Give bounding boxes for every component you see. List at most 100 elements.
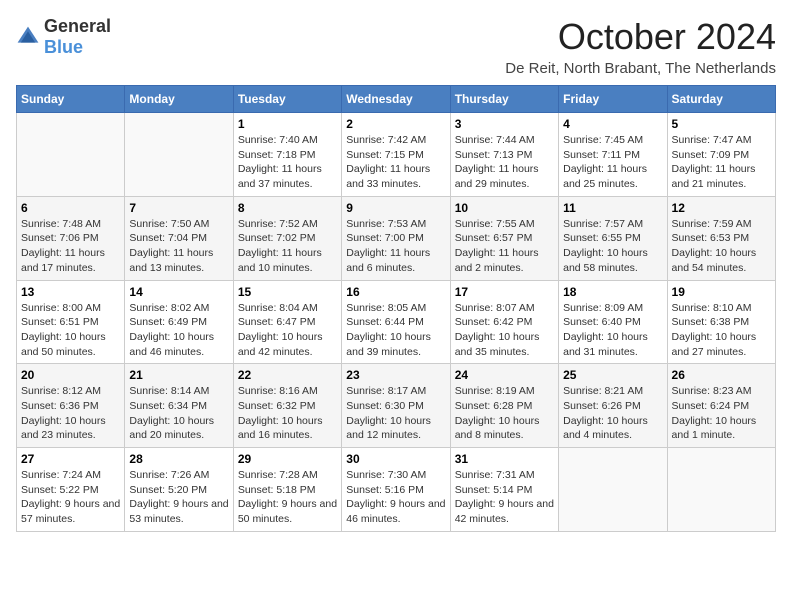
day-number: 21 xyxy=(129,368,228,382)
day-number: 14 xyxy=(129,285,228,299)
day-detail: Sunrise: 7:48 AM Sunset: 7:06 PM Dayligh… xyxy=(21,217,120,276)
day-number: 22 xyxy=(238,368,337,382)
logo-general-text: General xyxy=(44,16,111,36)
calendar-week-row: 6Sunrise: 7:48 AM Sunset: 7:06 PM Daylig… xyxy=(17,196,776,280)
calendar-cell: 20 Sunrise: 8:12 AM Sunset: 6:36 PM Dayli… xyxy=(17,364,125,448)
day-number: 28 xyxy=(129,452,228,466)
calendar-cell: 22 Sunrise: 8:16 AM Sunset: 6:32 PM Dayli… xyxy=(233,364,341,448)
day-number: 5 xyxy=(672,117,771,131)
calendar-cell: 8 Sunrise: 7:52 AM Sunset: 7:02 PM Daylig… xyxy=(233,196,341,280)
calendar-cell: 14 Sunrise: 8:02 AM Sunset: 6:49 PM Dayli… xyxy=(125,280,233,364)
calendar-cell: 4 Sunrise: 7:45 AM Sunset: 7:11 PM Daylig… xyxy=(559,113,667,197)
day-number: 8 xyxy=(238,201,337,215)
day-number: 30 xyxy=(346,452,445,466)
day-detail: Sunrise: 7:45 AM Sunset: 7:11 PM Dayligh… xyxy=(563,133,662,192)
day-detail: Sunrise: 8:09 AM Sunset: 6:40 PM Dayligh… xyxy=(563,301,662,360)
calendar-cell: 29Sunrise: 7:28 AM Sunset: 5:18 PM Dayli… xyxy=(233,448,341,532)
day-number: 25 xyxy=(563,368,662,382)
day-number: 1 xyxy=(238,117,337,131)
day-number: 27 xyxy=(21,452,120,466)
calendar-cell xyxy=(559,448,667,532)
calendar-week-row: 20 Sunrise: 8:12 AM Sunset: 6:36 PM Dayli… xyxy=(17,364,776,448)
day-detail: Sunrise: 7:55 AM Sunset: 6:57 PM Dayligh… xyxy=(455,217,554,276)
day-number: 12 xyxy=(672,201,771,215)
weekday-header-saturday: Saturday xyxy=(667,86,775,113)
day-detail: Sunrise: 7:26 AM Sunset: 5:20 PM Dayligh… xyxy=(129,468,228,527)
month-title: October 2024 xyxy=(505,16,776,58)
day-detail: Sunrise: 8:07 AM Sunset: 6:42 PM Dayligh… xyxy=(455,301,554,360)
day-detail: Sunrise: 7:59 AM Sunset: 6:53 PM Dayligh… xyxy=(672,217,771,276)
day-detail: Sunrise: 7:47 AM Sunset: 7:09 PM Dayligh… xyxy=(672,133,771,192)
day-number: 20 xyxy=(21,368,120,382)
weekday-header-friday: Friday xyxy=(559,86,667,113)
day-number: 4 xyxy=(563,117,662,131)
day-detail: Sunrise: 7:50 AM Sunset: 7:04 PM Dayligh… xyxy=(129,217,228,276)
calendar-cell: 17 Sunrise: 8:07 AM Sunset: 6:42 PM Dayli… xyxy=(450,280,558,364)
day-detail: Sunrise: 8:04 AM Sunset: 6:47 PM Dayligh… xyxy=(238,301,337,360)
calendar-cell: 11Sunrise: 7:57 AM Sunset: 6:55 PM Dayli… xyxy=(559,196,667,280)
calendar-cell: 31 Sunrise: 7:31 AM Sunset: 5:14 PM Dayli… xyxy=(450,448,558,532)
day-detail: Sunrise: 8:23 AM Sunset: 6:24 PM Dayligh… xyxy=(672,384,771,443)
day-detail: Sunrise: 8:19 AM Sunset: 6:28 PM Dayligh… xyxy=(455,384,554,443)
weekday-header-tuesday: Tuesday xyxy=(233,86,341,113)
calendar-cell: 26 Sunrise: 8:23 AM Sunset: 6:24 PM Dayli… xyxy=(667,364,775,448)
day-number: 23 xyxy=(346,368,445,382)
day-detail: Sunrise: 7:31 AM Sunset: 5:14 PM Dayligh… xyxy=(455,468,554,527)
calendar-cell xyxy=(125,113,233,197)
calendar-cell: 30Sunrise: 7:30 AM Sunset: 5:16 PM Dayli… xyxy=(342,448,450,532)
day-detail: Sunrise: 8:14 AM Sunset: 6:34 PM Dayligh… xyxy=(129,384,228,443)
day-number: 18 xyxy=(563,285,662,299)
page-header: General Blue October 2024 De Reit, North… xyxy=(16,16,776,77)
calendar-cell: 16Sunrise: 8:05 AM Sunset: 6:44 PM Dayli… xyxy=(342,280,450,364)
calendar-cell: 2 Sunrise: 7:42 AM Sunset: 7:15 PM Daylig… xyxy=(342,113,450,197)
calendar-cell: 21 Sunrise: 8:14 AM Sunset: 6:34 PM Dayli… xyxy=(125,364,233,448)
day-detail: Sunrise: 8:00 AM Sunset: 6:51 PM Dayligh… xyxy=(21,301,120,360)
day-number: 19 xyxy=(672,285,771,299)
calendar-cell: 7 Sunrise: 7:50 AM Sunset: 7:04 PM Daylig… xyxy=(125,196,233,280)
day-number: 24 xyxy=(455,368,554,382)
day-detail: Sunrise: 7:57 AM Sunset: 6:55 PM Dayligh… xyxy=(563,217,662,276)
calendar-cell: 1 Sunrise: 7:40 AM Sunset: 7:18 PM Daylig… xyxy=(233,113,341,197)
calendar-week-row: 13 Sunrise: 8:00 AM Sunset: 6:51 PM Dayli… xyxy=(17,280,776,364)
title-block: October 2024 De Reit, North Brabant, The… xyxy=(505,16,776,77)
logo: General Blue xyxy=(16,16,111,58)
calendar-cell: 13 Sunrise: 8:00 AM Sunset: 6:51 PM Dayli… xyxy=(17,280,125,364)
day-detail: Sunrise: 8:12 AM Sunset: 6:36 PM Dayligh… xyxy=(21,384,120,443)
calendar-cell: 25 Sunrise: 8:21 AM Sunset: 6:26 PM Dayli… xyxy=(559,364,667,448)
calendar-cell: 5 Sunrise: 7:47 AM Sunset: 7:09 PM Daylig… xyxy=(667,113,775,197)
day-number: 26 xyxy=(672,368,771,382)
day-number: 31 xyxy=(455,452,554,466)
day-number: 2 xyxy=(346,117,445,131)
day-detail: Sunrise: 7:52 AM Sunset: 7:02 PM Dayligh… xyxy=(238,217,337,276)
day-detail: Sunrise: 8:02 AM Sunset: 6:49 PM Dayligh… xyxy=(129,301,228,360)
day-number: 9 xyxy=(346,201,445,215)
calendar-cell: 18 Sunrise: 8:09 AM Sunset: 6:40 PM Dayli… xyxy=(559,280,667,364)
calendar-week-row: 1 Sunrise: 7:40 AM Sunset: 7:18 PM Daylig… xyxy=(17,113,776,197)
day-number: 7 xyxy=(129,201,228,215)
day-detail: Sunrise: 7:53 AM Sunset: 7:00 PM Dayligh… xyxy=(346,217,445,276)
weekday-header-sunday: Sunday xyxy=(17,86,125,113)
logo-blue-text: Blue xyxy=(44,37,83,57)
location-subtitle: De Reit, North Brabant, The Netherlands xyxy=(505,60,776,77)
day-number: 16 xyxy=(346,285,445,299)
calendar-cell: 27 Sunrise: 7:24 AM Sunset: 5:22 PM Dayli… xyxy=(17,448,125,532)
day-number: 13 xyxy=(21,285,120,299)
day-number: 15 xyxy=(238,285,337,299)
day-detail: Sunrise: 7:44 AM Sunset: 7:13 PM Dayligh… xyxy=(455,133,554,192)
day-detail: Sunrise: 7:42 AM Sunset: 7:15 PM Dayligh… xyxy=(346,133,445,192)
day-detail: Sunrise: 8:10 AM Sunset: 6:38 PM Dayligh… xyxy=(672,301,771,360)
day-number: 17 xyxy=(455,285,554,299)
calendar-cell: 19 Sunrise: 8:10 AM Sunset: 6:38 PM Dayli… xyxy=(667,280,775,364)
day-detail: Sunrise: 7:40 AM Sunset: 7:18 PM Dayligh… xyxy=(238,133,337,192)
calendar-cell: 24 Sunrise: 8:19 AM Sunset: 6:28 PM Dayli… xyxy=(450,364,558,448)
weekday-header-thursday: Thursday xyxy=(450,86,558,113)
day-number: 29 xyxy=(238,452,337,466)
calendar-table: SundayMondayTuesdayWednesdayThursdayFrid… xyxy=(16,85,776,532)
calendar-cell xyxy=(17,113,125,197)
day-detail: Sunrise: 8:21 AM Sunset: 6:26 PM Dayligh… xyxy=(563,384,662,443)
calendar-cell: 10Sunrise: 7:55 AM Sunset: 6:57 PM Dayli… xyxy=(450,196,558,280)
day-detail: Sunrise: 8:16 AM Sunset: 6:32 PM Dayligh… xyxy=(238,384,337,443)
calendar-cell: 15 Sunrise: 8:04 AM Sunset: 6:47 PM Dayli… xyxy=(233,280,341,364)
logo-icon xyxy=(16,25,40,49)
day-detail: Sunrise: 7:24 AM Sunset: 5:22 PM Dayligh… xyxy=(21,468,120,527)
